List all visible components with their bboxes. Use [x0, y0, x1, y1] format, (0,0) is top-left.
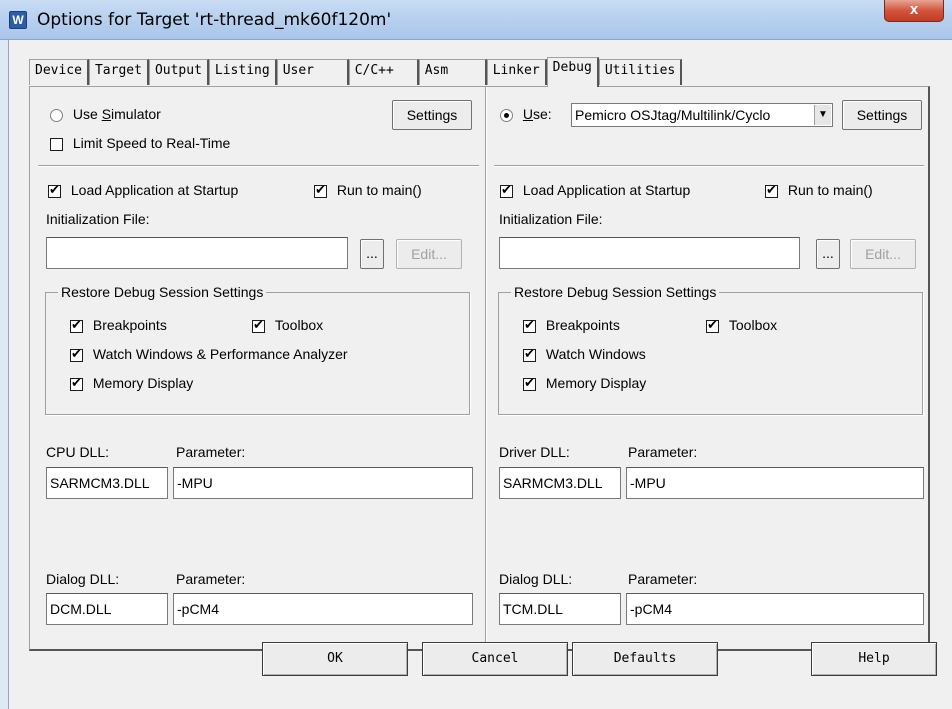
right-dialog-dll-input[interactable]: TCM.DLL: [499, 593, 621, 625]
right-toolbox-checkbox[interactable]: [706, 317, 719, 333]
right-memory-checkbox[interactable]: [523, 375, 536, 391]
use-debugger-option[interactable]: Use:: [500, 106, 552, 122]
cpu-param-input[interactable]: -MPU: [173, 467, 473, 499]
driver-param-label: Parameter:: [628, 444, 698, 460]
tab-target[interactable]: Target: [88, 59, 149, 85]
use-debugger-radio[interactable]: [500, 108, 513, 122]
right-watch-checkbox[interactable]: [523, 346, 536, 362]
tab-asm[interactable]: Asm: [418, 59, 487, 85]
column-divider: [485, 87, 487, 650]
left-watch-option[interactable]: Watch Windows & Performance Analyzer: [70, 346, 348, 362]
left-toolbox-checkbox[interactable]: [252, 317, 265, 333]
simulator-settings-button[interactable]: Settings: [392, 100, 472, 130]
debugger-select[interactable]: Pemicro OSJtag/Multilink/Cyclo ▼: [571, 103, 833, 127]
left-edit-button[interactable]: Edit...: [396, 239, 462, 269]
left-dialog-dll-input[interactable]: DCM.DLL: [46, 593, 168, 625]
chevron-down-icon[interactable]: ▼: [814, 105, 831, 125]
left-restore-group: Restore Debug Session Settings Breakpoin…: [45, 284, 470, 415]
tab-output[interactable]: Output: [148, 59, 209, 85]
right-dialog-param-input[interactable]: -pCM4: [626, 593, 924, 625]
right-load-app-checkbox[interactable]: [500, 182, 513, 198]
left-browse-button[interactable]: ...: [360, 239, 384, 269]
right-breakpoints-checkbox[interactable]: [523, 317, 536, 333]
left-dialog-param-input[interactable]: -pCM4: [173, 593, 473, 625]
left-memory-option[interactable]: Memory Display: [70, 375, 193, 391]
tab-user[interactable]: User: [276, 59, 349, 85]
left-init-file-input[interactable]: [46, 237, 348, 269]
left-run-to-main-checkbox[interactable]: [314, 182, 327, 198]
driver-dll-label: Driver DLL:: [499, 444, 570, 460]
right-separator: [494, 165, 924, 167]
right-toolbox-option[interactable]: Toolbox: [706, 317, 777, 333]
use-simulator-option[interactable]: Use Simulator: [50, 106, 161, 122]
right-watch-option[interactable]: Watch Windows: [523, 346, 646, 362]
right-restore-group-label: Restore Debug Session Settings: [511, 284, 720, 300]
use-simulator-radio[interactable]: [50, 108, 63, 122]
debugger-settings-button[interactable]: Settings: [842, 100, 922, 130]
tab-device[interactable]: Device: [29, 59, 89, 85]
tab-strip: Device Target Output Listing User C/C++ …: [29, 57, 683, 87]
cpu-param-label: Parameter:: [176, 444, 246, 460]
tab-utilities[interactable]: Utilities: [598, 59, 683, 85]
defaults-button[interactable]: Defaults: [572, 642, 718, 676]
left-memory-checkbox[interactable]: [70, 375, 83, 391]
left-run-to-main-option[interactable]: Run to main(): [314, 182, 422, 198]
cpu-dll-input[interactable]: SARMCM3.DLL: [46, 467, 168, 499]
options-dialog: Device Target Output Listing User C/C++ …: [8, 40, 952, 709]
left-init-file-label: Initialization File:: [46, 211, 150, 227]
tab-cc[interactable]: C/C++: [348, 59, 419, 85]
left-dialog-param-label: Parameter:: [176, 571, 246, 587]
debugger-select-value: Pemicro OSJtag/Multilink/Cyclo: [575, 107, 771, 123]
left-load-app-checkbox[interactable]: [48, 182, 61, 198]
tab-debug[interactable]: Debug: [546, 57, 599, 87]
limit-speed-option[interactable]: Limit Speed to Real-Time: [50, 135, 230, 151]
left-watch-checkbox[interactable]: [70, 346, 83, 362]
right-run-to-main-option[interactable]: Run to main(): [765, 182, 873, 198]
right-run-to-main-checkbox[interactable]: [765, 182, 778, 198]
limit-speed-checkbox[interactable]: [50, 137, 63, 151]
right-init-file-input[interactable]: [499, 237, 800, 269]
left-dialog-dll-label: Dialog DLL:: [46, 571, 120, 587]
cancel-button[interactable]: Cancel: [422, 642, 568, 676]
driver-dll-input[interactable]: SARMCM3.DLL: [499, 467, 621, 499]
left-load-app-option[interactable]: Load Application at Startup: [48, 182, 238, 198]
left-breakpoints-checkbox[interactable]: [70, 317, 83, 333]
right-init-file-label: Initialization File:: [499, 211, 603, 227]
left-separator: [38, 165, 479, 167]
help-button[interactable]: Help: [811, 642, 937, 676]
left-breakpoints-option[interactable]: Breakpoints: [70, 317, 167, 333]
right-dialog-dll-label: Dialog DLL:: [499, 571, 573, 587]
right-load-app-option[interactable]: Load Application at Startup: [500, 182, 690, 198]
tab-linker[interactable]: Linker: [486, 59, 547, 85]
close-button[interactable]: x: [884, 0, 944, 22]
debug-tab-page: Use Simulator Settings Limit Speed to Re…: [29, 86, 930, 651]
tab-listing[interactable]: Listing: [208, 59, 277, 85]
right-memory-option[interactable]: Memory Display: [523, 375, 646, 391]
title-bar: W Options for Target 'rt-thread_mk60f120…: [0, 0, 952, 40]
cpu-dll-label: CPU DLL:: [46, 444, 110, 460]
right-edit-button[interactable]: Edit...: [850, 239, 916, 269]
app-icon: W: [9, 11, 27, 29]
right-restore-group: Restore Debug Session Settings Breakpoin…: [498, 284, 923, 415]
right-dialog-param-label: Parameter:: [628, 571, 698, 587]
driver-param-input[interactable]: -MPU: [626, 467, 924, 499]
window-title: Options for Target 'rt-thread_mk60f120m': [37, 10, 392, 30]
right-breakpoints-option[interactable]: Breakpoints: [523, 317, 620, 333]
right-browse-button[interactable]: ...: [816, 239, 840, 269]
left-toolbox-option[interactable]: Toolbox: [252, 317, 323, 333]
left-restore-group-label: Restore Debug Session Settings: [58, 284, 267, 300]
ok-button[interactable]: OK: [262, 642, 408, 676]
